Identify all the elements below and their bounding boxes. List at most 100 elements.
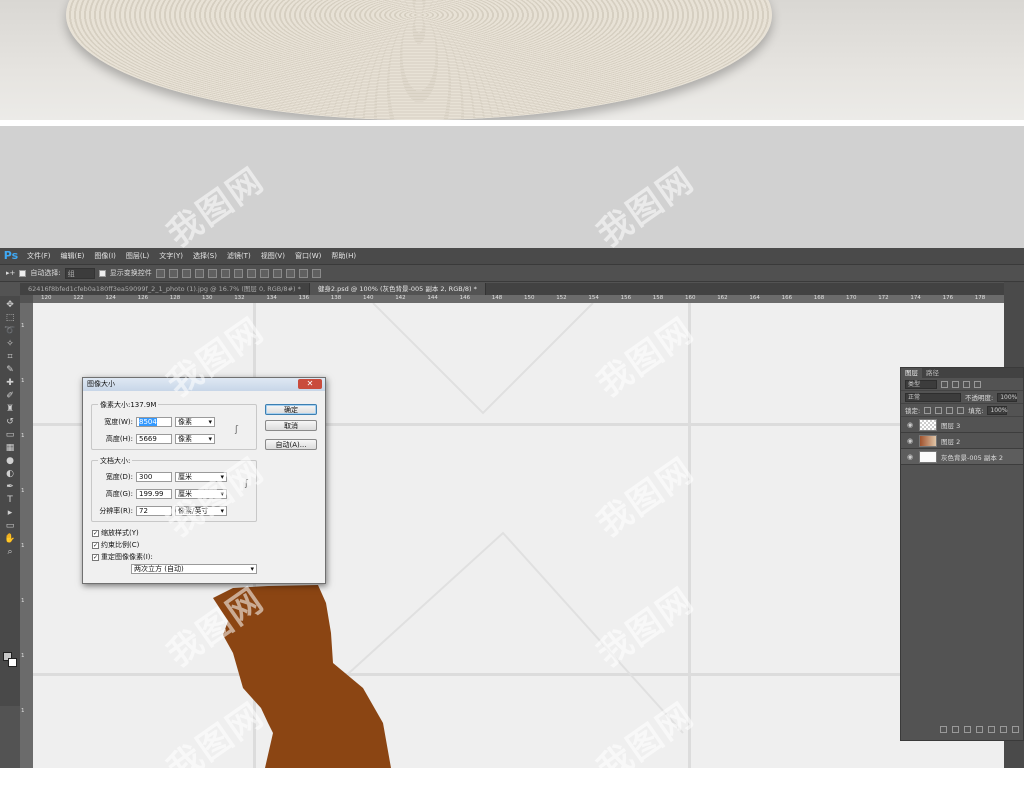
align-right-icon[interactable] [220,268,230,278]
lock-paint-icon[interactable] [935,406,943,414]
crop-icon[interactable]: ⌗ [4,352,16,362]
menu-select[interactable]: 选择(S) [188,248,222,264]
close-icon[interactable]: ✕ [298,379,322,389]
folder-icon[interactable] [988,726,995,733]
type-filter-icon[interactable] [963,380,970,388]
pen-icon[interactable]: ✒ [4,482,16,492]
auto-align-icon[interactable] [311,268,321,278]
distribute-left-icon[interactable] [272,268,282,278]
ruler-tick-label: 166 [781,295,793,301]
menu-image[interactable]: 图像(I) [89,248,121,264]
menu-file[interactable]: 文件(F) [22,248,56,264]
kind-filter-dropdown[interactable]: 类型 [905,379,937,389]
resample-method-dropdown[interactable]: 两次立方 (自动) [131,564,257,574]
dodge-icon[interactable]: ◐ [4,469,16,479]
marquee-icon[interactable]: ⬚ [4,313,16,323]
pixel-height-input[interactable]: 5669 [136,434,172,444]
distribute-bottom-icon[interactable] [259,268,269,278]
ok-button[interactable]: 确定 [265,404,317,415]
layer-row[interactable]: ◉ 灰色背景-005 副本 2 [901,449,1023,465]
align-bottom-icon[interactable] [181,268,191,278]
constrain-checkbox[interactable]: ✓ 约束比例(C) [92,540,139,550]
align-middle-icon[interactable] [168,268,178,278]
resolution-input[interactable]: 72 [136,506,172,516]
eye-icon[interactable]: ◉ [905,453,915,461]
menu-window[interactable]: 窗口(W) [290,248,326,264]
auto-select-checkbox[interactable] [19,269,27,277]
move-tool-icon[interactable]: ▸+ [6,269,15,277]
menu-view[interactable]: 视图(V) [256,248,290,264]
doc-height-unit[interactable]: 厘米 [175,489,227,499]
fill-input[interactable]: 100% [987,405,1008,415]
distribute-top-icon[interactable] [233,268,243,278]
pixel-width-unit[interactable]: 像素 [175,417,215,427]
eraser-icon[interactable]: ▭ [4,430,16,440]
adjustment-filter-icon[interactable] [952,380,959,388]
cancel-button[interactable]: 取消 [265,420,317,431]
doc-width-input[interactable]: 300 [136,472,172,482]
menu-type[interactable]: 文字(Y) [154,248,188,264]
opacity-input[interactable]: 100% [997,392,1017,402]
zoom-icon[interactable]: ⌕ [4,547,16,557]
pixel-filter-icon[interactable] [941,380,948,388]
tab-layers[interactable]: 图层 [901,368,922,378]
align-top-icon[interactable] [155,268,165,278]
layer-row[interactable]: ◉ 图层 2 [901,433,1023,449]
menu-filter[interactable]: 滤镜(T) [222,248,256,264]
dialog-title: 图像大小 [87,380,115,388]
horizontal-ruler: 120 122 124 126 128 130 132 134 136 138 140 142 144 1… [33,295,1004,303]
distribute-right-icon[interactable] [298,268,308,278]
move-icon[interactable]: ✥ [4,300,16,310]
healing-icon[interactable]: ✚ [4,378,16,388]
tab-paths[interactable]: 路径 [922,368,943,378]
doc-width-unit[interactable]: 厘米 [175,472,227,482]
fx-icon[interactable] [952,726,959,733]
auto-button[interactable]: 自动(A)... [265,439,317,450]
eye-icon[interactable]: ◉ [905,421,915,429]
hand-icon[interactable]: ✋ [4,534,16,544]
pixel-width-input[interactable]: 8504 [136,417,172,427]
menubar: Ps 文件(F) 编辑(E) 图像(I) 图层(L) 文字(Y) 选择(S) 滤… [0,248,1024,264]
brush-icon[interactable]: ✐ [4,391,16,401]
menu-edit[interactable]: 编辑(E) [56,248,90,264]
scale-styles-checkbox[interactable]: ✓ 缩放样式(Y) [92,528,139,538]
lock-all-icon[interactable] [957,406,965,414]
lasso-icon[interactable]: ➰ [4,326,16,336]
background-color-swatch[interactable] [8,658,17,667]
auto-select-dropdown[interactable]: 组 [64,267,95,279]
menu-help[interactable]: 帮助(H) [326,248,361,264]
stamp-icon[interactable]: ♜ [4,404,16,414]
link-layers-icon[interactable] [940,726,947,733]
mask-icon[interactable] [964,726,971,733]
shape-filter-icon[interactable] [974,380,981,388]
magic-wand-icon[interactable]: ✧ [4,339,16,349]
blur-icon[interactable]: ● [4,456,16,466]
resolution-unit[interactable]: 像素/英寸 [175,506,227,516]
shape-icon[interactable]: ▭ [4,521,16,531]
align-center-icon[interactable] [207,268,217,278]
distribute-middle-icon[interactable] [246,268,256,278]
transform-controls-checkbox[interactable] [98,269,106,277]
doc-height-input[interactable]: 199.99 [136,489,172,499]
distribute-center-icon[interactable] [285,268,295,278]
blend-mode-dropdown[interactable]: 正常 [905,392,961,402]
new-layer-icon[interactable] [1000,726,1007,733]
layer-row[interactable]: ◉ 图层 3 [901,417,1023,433]
adjustment-icon[interactable] [976,726,983,733]
path-select-icon[interactable]: ▸ [4,508,16,518]
align-left-icon[interactable] [194,268,204,278]
eye-icon[interactable]: ◉ [905,437,915,445]
gradient-icon[interactable]: ▦ [4,443,16,453]
type-icon[interactable]: T [4,495,16,505]
lock-pixels-icon[interactable] [924,406,932,414]
resample-checkbox[interactable]: ✓ 重定图像像素(I): [92,552,153,562]
tab-fitness-doc[interactable]: 健身2.psd @ 100% (灰色背景-005 副本 2, RGB/8) * [309,283,486,295]
eyedropper-icon[interactable]: ✎ [4,365,16,375]
pixel-height-unit[interactable]: 像素 [175,434,215,444]
tab-photo-doc[interactable]: 62416f8bfed1cfeb0a180ff3ea59099f_2_1_pho… [20,283,310,295]
lock-move-icon[interactable] [946,406,954,414]
lock-label: 锁定: [905,407,921,415]
trash-icon[interactable] [1012,726,1019,733]
history-brush-icon[interactable]: ↺ [4,417,16,427]
menu-layer[interactable]: 图层(L) [121,248,154,264]
